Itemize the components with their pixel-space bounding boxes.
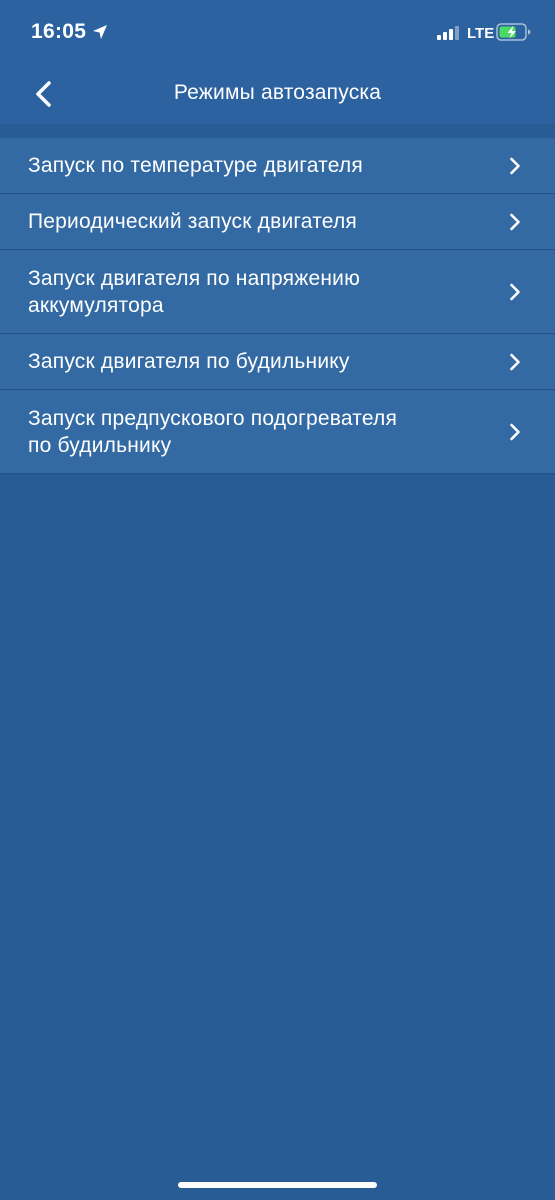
list-item-periodic-start[interactable]: Периодический запуск двигателя — [0, 194, 555, 250]
top-bar: 16:05 LTE Режимы автозапуска — [0, 0, 555, 124]
list-item-label: Запуск двигателя по будильнику — [28, 350, 350, 373]
network-type: LTE — [467, 25, 495, 42]
navigation-bar: Режимы автозапуска — [0, 62, 555, 124]
list-item-preheater-alarm-start[interactable]: Запуск предпускового подогревателя по бу… — [0, 390, 555, 474]
chevron-right-icon — [510, 213, 520, 230]
chevron-right-icon — [510, 353, 520, 370]
chevron-right-icon — [510, 157, 520, 174]
status-bar: 16:05 LTE — [0, 0, 555, 62]
list-item-label: Запуск двигателя по напряжению аккумулят… — [28, 266, 361, 317]
list-item-voltage-start[interactable]: Запуск двигателя по напряжению аккумулят… — [0, 250, 555, 334]
list-item-label: Запуск по температуре двигателя — [28, 154, 363, 177]
screen: 16:05 LTE Режимы автозапуска Запуск по т… — [0, 0, 555, 1200]
chevron-right-icon — [510, 283, 520, 300]
page-title: Режимы автозапуска — [173, 81, 382, 104]
status-time: 16:05 — [31, 20, 87, 43]
autostart-modes-list: Запуск по температуре двигателя Периодич… — [0, 138, 555, 474]
cellular-signal-icon — [437, 25, 461, 41]
location-arrow-icon — [92, 24, 108, 40]
list-item-temperature-start[interactable]: Запуск по температуре двигателя — [0, 138, 555, 194]
list-item-label: Периодический запуск двигателя — [28, 210, 357, 233]
list-item-alarm-start[interactable]: Запуск двигателя по будильнику — [0, 334, 555, 390]
home-indicator[interactable] — [178, 1182, 377, 1188]
battery-charging-icon — [496, 22, 532, 42]
chevron-right-icon — [510, 423, 520, 440]
list-item-label: Запуск предпускового подогревателя по бу… — [28, 406, 398, 457]
